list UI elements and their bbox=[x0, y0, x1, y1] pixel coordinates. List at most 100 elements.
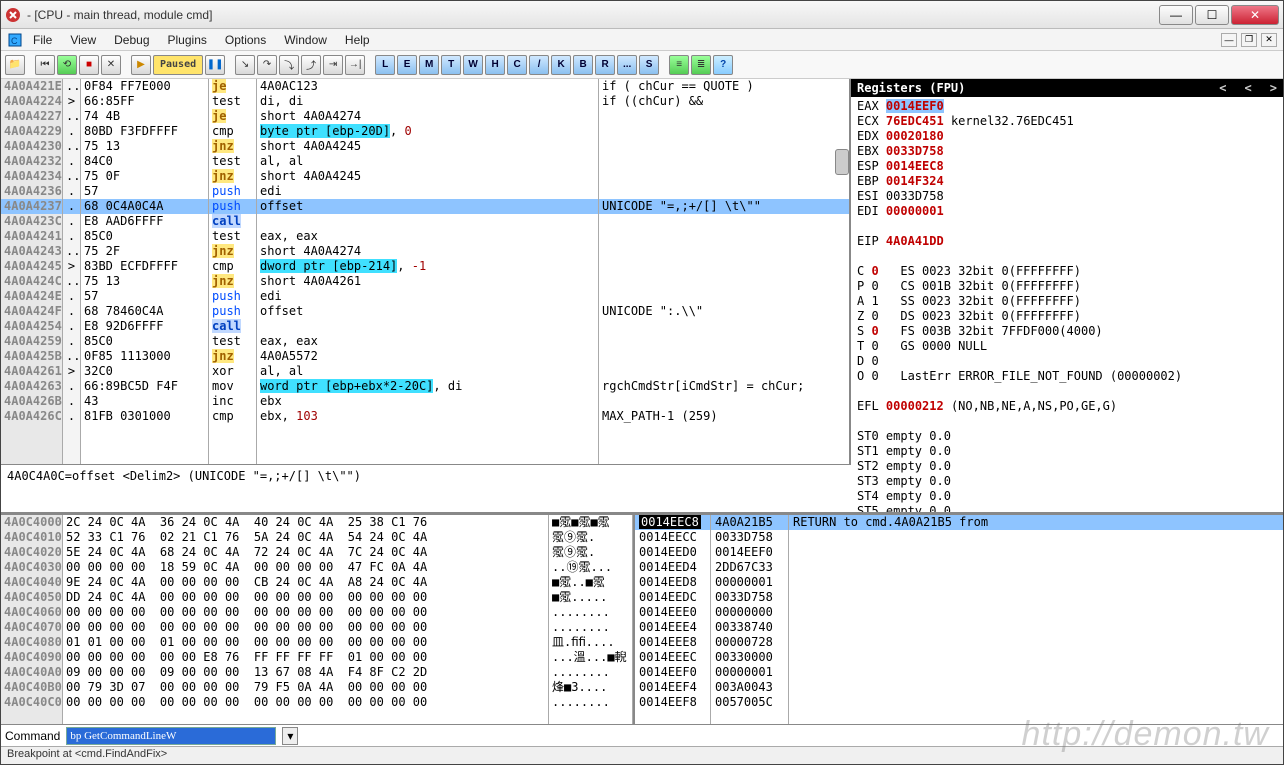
disasm-address[interactable]: 4A0A424C bbox=[1, 274, 62, 289]
register-flag-line[interactable]: C 0 ES 0023 32bit 0(FFFFFFFF) bbox=[857, 264, 1277, 279]
disasm-scrollbar[interactable] bbox=[835, 149, 849, 175]
disasm-address[interactable]: 4A0A4224 bbox=[1, 94, 62, 109]
menu-file[interactable]: File bbox=[25, 31, 60, 49]
dump-address[interactable]: 4A0C4080 bbox=[1, 635, 62, 650]
dump-hex-row[interactable]: 00 79 3D 07 00 00 00 00 79 F5 0A 4A 00 0… bbox=[63, 680, 548, 695]
disasm-address[interactable]: 4A0A4229 bbox=[1, 124, 62, 139]
stack-value[interactable]: 00000728 bbox=[711, 635, 788, 650]
dump-address[interactable]: 4A0C4060 bbox=[1, 605, 62, 620]
menu-view[interactable]: View bbox=[62, 31, 104, 49]
dump-address[interactable]: 4A0C4090 bbox=[1, 650, 62, 665]
register-flag-line[interactable]: T 0 GS 0000 NULL bbox=[857, 339, 1277, 354]
trace-into-button[interactable]: ⤵ bbox=[279, 55, 299, 75]
stack-address[interactable]: 0014EECC bbox=[635, 530, 710, 545]
run-button[interactable]: ▶ bbox=[131, 55, 151, 75]
register-edi[interactable]: EDI 00000001 bbox=[857, 204, 1277, 219]
regs-prev-icon[interactable]: < bbox=[1219, 81, 1226, 95]
stack-value[interactable]: 2DD67C33 bbox=[711, 560, 788, 575]
disasm-address[interactable]: 4A0A4230 bbox=[1, 139, 62, 154]
disasm-address[interactable]: 4A0A426C bbox=[1, 409, 62, 424]
stack-pane[interactable]: 0014EEC80014EECC0014EED00014EED40014EED8… bbox=[635, 515, 1283, 724]
appearance-button[interactable]: ≣ bbox=[691, 55, 711, 75]
dump-address[interactable]: 4A0C4030 bbox=[1, 560, 62, 575]
view-h-button[interactable]: H bbox=[485, 55, 505, 75]
register-flag-line[interactable]: ST1 empty 0.0 bbox=[857, 444, 1277, 459]
disasm-address[interactable]: 4A0A425B bbox=[1, 349, 62, 364]
registers-pane[interactable]: Registers (FPU) <<> EAX 0014EEF0ECX 76ED… bbox=[851, 79, 1283, 512]
disasm-address[interactable]: 4A0A426B bbox=[1, 394, 62, 409]
maximize-button[interactable]: ☐ bbox=[1195, 5, 1229, 25]
dump-address[interactable]: 4A0C4050 bbox=[1, 590, 62, 605]
register-flag-line[interactable]: D 0 bbox=[857, 354, 1277, 369]
dump-hex-row[interactable]: DD 24 0C 4A 00 00 00 00 00 00 00 00 00 0… bbox=[63, 590, 548, 605]
register-flag-line[interactable]: ST2 empty 0.0 bbox=[857, 459, 1277, 474]
stack-address[interactable]: 0014EEEC bbox=[635, 650, 710, 665]
help-button[interactable]: ? bbox=[713, 55, 733, 75]
register-flag-line[interactable]: ST0 empty 0.0 bbox=[857, 429, 1277, 444]
menu-plugins[interactable]: Plugins bbox=[160, 31, 215, 49]
mdi-minimize-button[interactable]: — bbox=[1221, 33, 1237, 47]
disasm-address[interactable]: 4A0A4241 bbox=[1, 229, 62, 244]
register-ebx[interactable]: EBX 0033D758 bbox=[857, 144, 1277, 159]
stack-address[interactable]: 0014EEE8 bbox=[635, 635, 710, 650]
register-esi[interactable]: ESI 0033D758 bbox=[857, 189, 1277, 204]
stack-address[interactable]: 0014EEE0 bbox=[635, 605, 710, 620]
disasm-address[interactable]: 4A0A4236 bbox=[1, 184, 62, 199]
mdi-close-button[interactable]: ✕ bbox=[1261, 33, 1277, 47]
register-ebp[interactable]: EBP 0014F324 bbox=[857, 174, 1277, 189]
view-t-button[interactable]: T bbox=[441, 55, 461, 75]
command-input[interactable] bbox=[66, 727, 276, 745]
dump-hex-row[interactable]: 00 00 00 00 00 00 00 00 00 00 00 00 00 0… bbox=[63, 620, 548, 635]
regs-prev2-icon[interactable]: < bbox=[1245, 81, 1252, 95]
run-to-return-button[interactable]: ⇥ bbox=[323, 55, 343, 75]
stack-address[interactable]: 0014EED8 bbox=[635, 575, 710, 590]
dump-hex-row[interactable]: 5E 24 0C 4A 68 24 0C 4A 72 24 0C 4A 7C 2… bbox=[63, 545, 548, 560]
command-dropdown[interactable]: ▾ bbox=[282, 727, 298, 745]
dump-address[interactable]: 4A0C40A0 bbox=[1, 665, 62, 680]
disasm-address[interactable]: 4A0A4243 bbox=[1, 244, 62, 259]
stack-value[interactable]: 0014EEF0 bbox=[711, 545, 788, 560]
step-over-button[interactable]: ↷ bbox=[257, 55, 277, 75]
stack-value[interactable]: 4A0A21B5 bbox=[711, 515, 788, 530]
pause-button[interactable]: ❚❚ bbox=[205, 55, 225, 75]
dump-hex-row[interactable]: 00 00 00 00 00 00 E8 76 FF FF FF FF 01 0… bbox=[63, 650, 548, 665]
options-button[interactable]: ≡ bbox=[669, 55, 689, 75]
view-e-button[interactable]: E bbox=[397, 55, 417, 75]
close-button[interactable]: ✕ bbox=[1231, 5, 1279, 25]
disasm-address[interactable]: 4A0A424F bbox=[1, 304, 62, 319]
register-edx[interactable]: EDX 00020180 bbox=[857, 129, 1277, 144]
stack-value[interactable]: 003A0043 bbox=[711, 680, 788, 695]
view-l-button[interactable]: L bbox=[375, 55, 395, 75]
disasm-address[interactable]: 4A0A4232 bbox=[1, 154, 62, 169]
dump-address[interactable]: 4A0C40B0 bbox=[1, 680, 62, 695]
disasm-address[interactable]: 4A0A421E bbox=[1, 79, 62, 94]
open-button[interactable]: 📁 bbox=[5, 55, 25, 75]
stack-address[interactable]: 0014EED0 bbox=[635, 545, 710, 560]
stack-address[interactable]: 0014EEE4 bbox=[635, 620, 710, 635]
view-s-button[interactable]: S bbox=[639, 55, 659, 75]
view-w-button[interactable]: W bbox=[463, 55, 483, 75]
stack-address[interactable]: 0014EEF0 bbox=[635, 665, 710, 680]
register-flag-line[interactable]: Z 0 DS 0023 32bit 0(FFFFFFFF) bbox=[857, 309, 1277, 324]
dump-address[interactable]: 4A0C4040 bbox=[1, 575, 62, 590]
dump-address[interactable]: 4A0C4010 bbox=[1, 530, 62, 545]
disasm-address[interactable]: 4A0A4227 bbox=[1, 109, 62, 124]
register-flag-line[interactable]: ST5 empty 0.0 bbox=[857, 504, 1277, 512]
stack-value[interactable]: 0033D758 bbox=[711, 530, 788, 545]
register-flag-line[interactable]: S 0 FS 003B 32bit 7FFDF000(4000) bbox=[857, 324, 1277, 339]
disassembly-pane[interactable]: 4A0A421E4A0A42244A0A42274A0A42294A0A4230… bbox=[1, 79, 851, 464]
trace-over-button[interactable]: ⤴ bbox=[301, 55, 321, 75]
register-eax[interactable]: EAX 0014EEF0 bbox=[857, 99, 1277, 114]
register-flag-line[interactable]: ST4 empty 0.0 bbox=[857, 489, 1277, 504]
run-to-cursor-button[interactable]: →| bbox=[345, 55, 365, 75]
dump-hex-row[interactable]: 00 00 00 00 18 59 0C 4A 00 00 00 00 47 F… bbox=[63, 560, 548, 575]
dump-hex-row[interactable]: 52 33 C1 76 02 21 C1 76 5A 24 0C 4A 54 2… bbox=[63, 530, 548, 545]
view-/-button[interactable]: / bbox=[529, 55, 549, 75]
minimize-button[interactable]: — bbox=[1159, 5, 1193, 25]
dump-address[interactable]: 4A0C40C0 bbox=[1, 695, 62, 710]
dump-address[interactable]: 4A0C4000 bbox=[1, 515, 62, 530]
regs-next-icon[interactable]: > bbox=[1270, 81, 1277, 95]
disasm-address[interactable]: 4A0A424E bbox=[1, 289, 62, 304]
menu-help[interactable]: Help bbox=[337, 31, 378, 49]
disasm-address[interactable]: 4A0A4261 bbox=[1, 364, 62, 379]
